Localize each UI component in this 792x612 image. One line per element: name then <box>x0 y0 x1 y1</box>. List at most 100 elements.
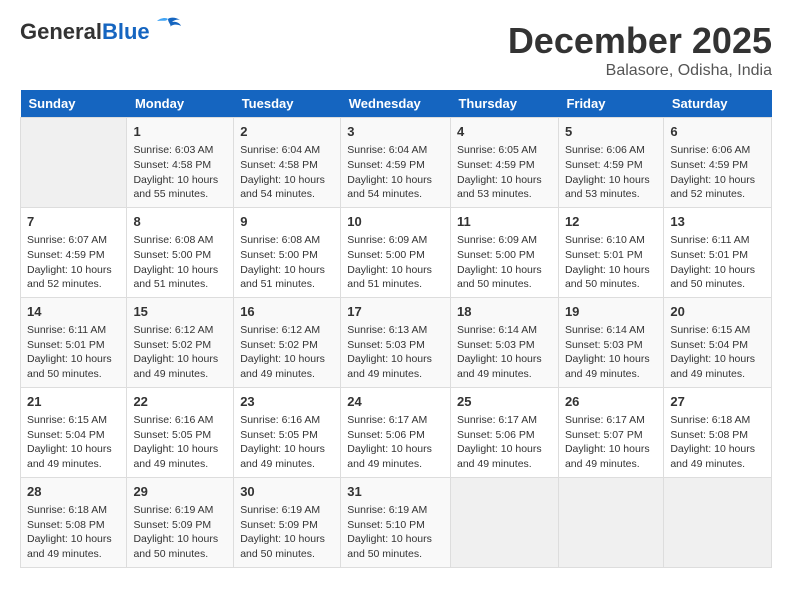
day-number: 12 <box>565 213 657 231</box>
week-row-4: 21 Sunrise: 6:15 AMSunset: 5:04 PMDayligh… <box>21 387 772 477</box>
week-row-5: 28Sunrise: 6:18 AMSunset: 5:08 PMDayligh… <box>21 477 772 567</box>
day-info: Sunrise: 6:06 AMSunset: 4:59 PMDaylight:… <box>670 143 765 202</box>
weekday-header-friday: Friday <box>558 90 663 118</box>
day-info: Sunrise: 6:14 AMSunset: 5:03 PMDaylight:… <box>457 323 552 382</box>
day-info: Sunrise: 6:04 AMSunset: 4:59 PMDaylight:… <box>347 143 444 202</box>
day-number: 14 <box>27 303 120 321</box>
calendar-cell: 1 Sunrise: 6:03 AMSunset: 4:58 PMDaylight… <box>127 118 234 208</box>
calendar-cell: 11Sunrise: 6:09 AMSunset: 5:00 PMDayligh… <box>450 207 558 297</box>
day-number: 3 <box>347 123 444 141</box>
day-info: Sunrise: 6:16 AMSunset: 5:05 PMDaylight:… <box>240 413 334 472</box>
calendar-cell: 9 Sunrise: 6:08 AMSunset: 5:00 PMDaylight… <box>234 207 341 297</box>
month-title: December 2025 <box>508 20 772 62</box>
day-number: 25 <box>457 393 552 411</box>
day-number: 17 <box>347 303 444 321</box>
day-number: 6 <box>670 123 765 141</box>
day-info: Sunrise: 6:18 AMSunset: 5:08 PMDaylight:… <box>27 503 120 562</box>
day-number: 26 <box>565 393 657 411</box>
day-info: Sunrise: 6:17 AMSunset: 5:07 PMDaylight:… <box>565 413 657 472</box>
day-number: 5 <box>565 123 657 141</box>
calendar-cell <box>664 477 772 567</box>
calendar-cell: 3 Sunrise: 6:04 AMSunset: 4:59 PMDaylight… <box>341 118 451 208</box>
day-info: Sunrise: 6:14 AMSunset: 5:03 PMDaylight:… <box>565 323 657 382</box>
weekday-header-sunday: Sunday <box>21 90 127 118</box>
calendar-cell: 25 Sunrise: 6:17 AMSunset: 5:06 PMDayligh… <box>450 387 558 477</box>
day-number: 27 <box>670 393 765 411</box>
calendar-cell: 4Sunrise: 6:05 AMSunset: 4:59 PMDaylight… <box>450 118 558 208</box>
day-info: Sunrise: 6:06 AMSunset: 4:59 PMDaylight:… <box>565 143 657 202</box>
day-info: Sunrise: 6:07 AMSunset: 4:59 PMDaylight:… <box>27 233 120 292</box>
day-info: Sunrise: 6:11 AMSunset: 5:01 PMDaylight:… <box>670 233 765 292</box>
calendar-cell: 24 Sunrise: 6:17 AMSunset: 5:06 PMDayligh… <box>341 387 451 477</box>
day-info: Sunrise: 6:12 AMSunset: 5:02 PMDaylight:… <box>133 323 227 382</box>
weekday-header-monday: Monday <box>127 90 234 118</box>
weekday-header-thursday: Thursday <box>450 90 558 118</box>
day-number: 24 <box>347 393 444 411</box>
day-number: 16 <box>240 303 334 321</box>
calendar-cell: 13 Sunrise: 6:11 AMSunset: 5:01 PMDayligh… <box>664 207 772 297</box>
day-number: 4 <box>457 123 552 141</box>
calendar-cell: 19 Sunrise: 6:14 AMSunset: 5:03 PMDayligh… <box>558 297 663 387</box>
day-info: Sunrise: 6:15 AMSunset: 5:04 PMDaylight:… <box>27 413 120 472</box>
calendar-cell <box>21 118 127 208</box>
calendar-cell: 21 Sunrise: 6:15 AMSunset: 5:04 PMDayligh… <box>21 387 127 477</box>
calendar-cell: 14Sunrise: 6:11 AMSunset: 5:01 PMDayligh… <box>21 297 127 387</box>
day-number: 20 <box>670 303 765 321</box>
day-info: Sunrise: 6:03 AMSunset: 4:58 PMDaylight:… <box>133 143 227 202</box>
day-info: Sunrise: 6:17 AMSunset: 5:06 PMDaylight:… <box>347 413 444 472</box>
day-number: 31 <box>347 483 444 501</box>
day-info: Sunrise: 6:09 AMSunset: 5:00 PMDaylight:… <box>347 233 444 292</box>
day-number: 29 <box>133 483 227 501</box>
calendar-cell: 7 Sunrise: 6:07 AMSunset: 4:59 PMDaylight… <box>21 207 127 297</box>
calendar-cell: 10 Sunrise: 6:09 AMSunset: 5:00 PMDayligh… <box>341 207 451 297</box>
calendar-cell: 18 Sunrise: 6:14 AMSunset: 5:03 PMDayligh… <box>450 297 558 387</box>
day-number: 10 <box>347 213 444 231</box>
day-info: Sunrise: 6:08 AMSunset: 5:00 PMDaylight:… <box>240 233 334 292</box>
calendar-cell: 28Sunrise: 6:18 AMSunset: 5:08 PMDayligh… <box>21 477 127 567</box>
calendar-cell: 31 Sunrise: 6:19 AMSunset: 5:10 PMDayligh… <box>341 477 451 567</box>
day-info: Sunrise: 6:19 AMSunset: 5:10 PMDaylight:… <box>347 503 444 562</box>
day-info: Sunrise: 6:17 AMSunset: 5:06 PMDaylight:… <box>457 413 552 472</box>
page-header: GeneralBlue December 2025 Balasore, Odis… <box>20 20 772 80</box>
logo-bird-icon <box>154 17 182 39</box>
calendar-cell: 15 Sunrise: 6:12 AMSunset: 5:02 PMDayligh… <box>127 297 234 387</box>
day-info: Sunrise: 6:13 AMSunset: 5:03 PMDaylight:… <box>347 323 444 382</box>
calendar-cell: 29Sunrise: 6:19 AMSunset: 5:09 PMDayligh… <box>127 477 234 567</box>
day-number: 21 <box>27 393 120 411</box>
week-row-1: 1 Sunrise: 6:03 AMSunset: 4:58 PMDaylight… <box>21 118 772 208</box>
calendar-cell: 17 Sunrise: 6:13 AMSunset: 5:03 PMDayligh… <box>341 297 451 387</box>
week-row-3: 14Sunrise: 6:11 AMSunset: 5:01 PMDayligh… <box>21 297 772 387</box>
logo-text: GeneralBlue <box>20 20 150 44</box>
calendar-cell: 22 Sunrise: 6:16 AMSunset: 5:05 PMDayligh… <box>127 387 234 477</box>
weekday-header-row: SundayMondayTuesdayWednesdayThursdayFrid… <box>21 90 772 118</box>
day-info: Sunrise: 6:19 AMSunset: 5:09 PMDaylight:… <box>240 503 334 562</box>
day-number: 15 <box>133 303 227 321</box>
calendar-cell: 30Sunrise: 6:19 AMSunset: 5:09 PMDayligh… <box>234 477 341 567</box>
day-number: 7 <box>27 213 120 231</box>
day-number: 13 <box>670 213 765 231</box>
day-number: 8 <box>133 213 227 231</box>
calendar-cell <box>450 477 558 567</box>
day-info: Sunrise: 6:10 AMSunset: 5:01 PMDaylight:… <box>565 233 657 292</box>
calendar-table: SundayMondayTuesdayWednesdayThursdayFrid… <box>20 90 772 568</box>
day-number: 9 <box>240 213 334 231</box>
calendar-cell: 26 Sunrise: 6:17 AMSunset: 5:07 PMDayligh… <box>558 387 663 477</box>
day-info: Sunrise: 6:16 AMSunset: 5:05 PMDaylight:… <box>133 413 227 472</box>
day-info: Sunrise: 6:18 AMSunset: 5:08 PMDaylight:… <box>670 413 765 472</box>
day-number: 2 <box>240 123 334 141</box>
day-number: 19 <box>565 303 657 321</box>
calendar-cell: 16 Sunrise: 6:12 AMSunset: 5:02 PMDayligh… <box>234 297 341 387</box>
weekday-header-wednesday: Wednesday <box>341 90 451 118</box>
day-info: Sunrise: 6:04 AMSunset: 4:58 PMDaylight:… <box>240 143 334 202</box>
day-number: 1 <box>133 123 227 141</box>
calendar-cell: 27 Sunrise: 6:18 AMSunset: 5:08 PMDayligh… <box>664 387 772 477</box>
day-number: 18 <box>457 303 552 321</box>
day-info: Sunrise: 6:12 AMSunset: 5:02 PMDaylight:… <box>240 323 334 382</box>
weekday-header-tuesday: Tuesday <box>234 90 341 118</box>
day-number: 22 <box>133 393 227 411</box>
calendar-cell: 5 Sunrise: 6:06 AMSunset: 4:59 PMDaylight… <box>558 118 663 208</box>
title-block: December 2025 Balasore, Odisha, India <box>508 20 772 80</box>
calendar-cell: 12 Sunrise: 6:10 AMSunset: 5:01 PMDayligh… <box>558 207 663 297</box>
weekday-header-saturday: Saturday <box>664 90 772 118</box>
day-info: Sunrise: 6:08 AMSunset: 5:00 PMDaylight:… <box>133 233 227 292</box>
